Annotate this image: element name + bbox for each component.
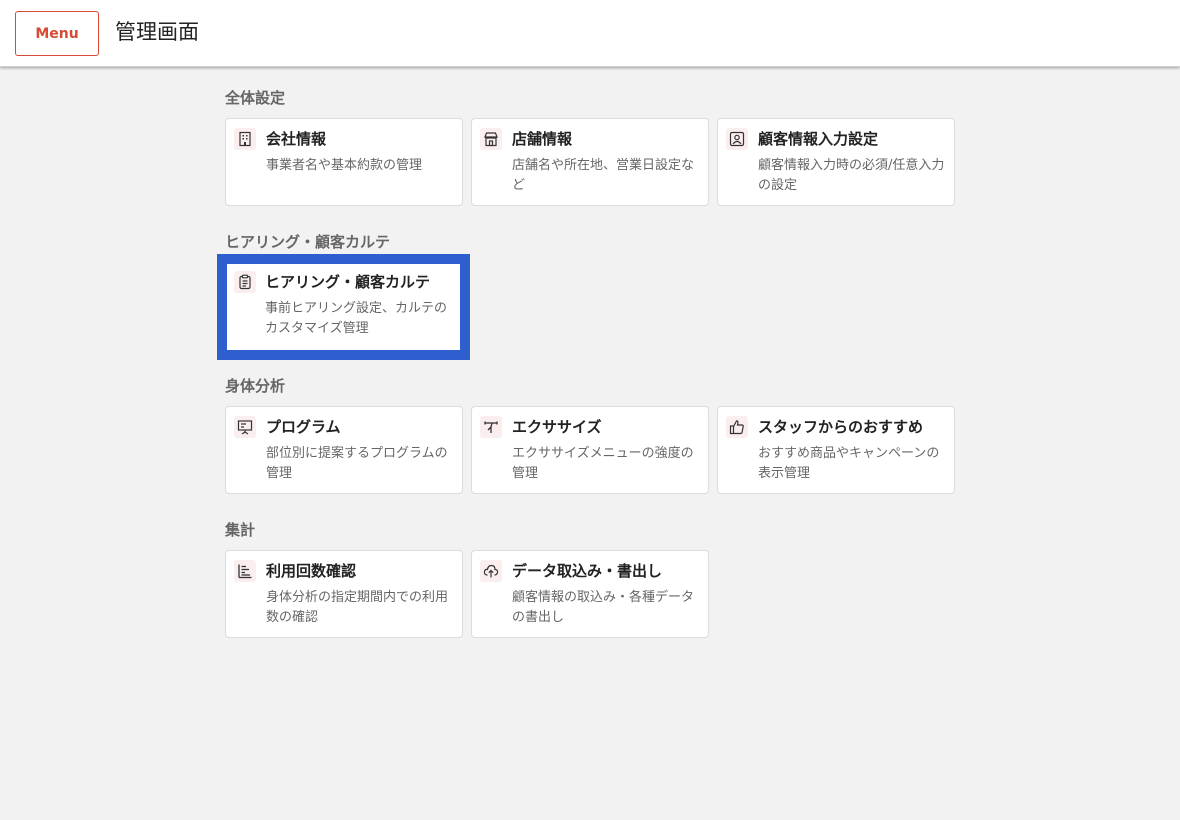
section-title-body-analysis: 身体分析 — [225, 377, 286, 395]
card-description: 部位別に提案するプログラムの管理 — [266, 446, 448, 481]
contact-card-icon — [726, 128, 748, 150]
card-store-info[interactable]: 店舗情報 店舗名や所在地、営業日設定など — [471, 118, 709, 206]
card-description: 顧客情報の取込み・各種データの書出し — [512, 590, 695, 625]
thumbs-up-icon — [726, 416, 748, 438]
card-title: プログラム — [266, 418, 341, 436]
card-program[interactable]: プログラム 部位別に提案するプログラムの管理 — [225, 406, 463, 494]
card-staff-recommendations[interactable]: スタッフからのおすすめ おすすめ商品やキャンペーンの表示管理 — [717, 406, 955, 494]
card-description: エクササイズメニューの強度の管理 — [512, 446, 694, 481]
card-description: 事業者名や基本約款の管理 — [266, 158, 423, 173]
card-company-info[interactable]: 会社情報 事業者名や基本約款の管理 — [225, 118, 463, 206]
card-title: エクササイズ — [512, 418, 602, 436]
exercise-icon — [480, 416, 502, 438]
section-title-general-settings: 全体設定 — [225, 89, 286, 107]
menu-button[interactable]: Menu — [15, 11, 99, 56]
card-title: スタッフからのおすすめ — [758, 418, 924, 436]
top-header: Menu 管理画面 — [0, 0, 1180, 67]
card-description: 店舗名や所在地、営業日設定など — [512, 158, 695, 193]
card-description: おすすめ商品やキャンペーンの表示管理 — [758, 446, 940, 481]
card-description: 顧客情報入力時の必須/任意入力の設定 — [758, 158, 945, 193]
card-data-import-export[interactable]: データ取込み・書出し 顧客情報の取込み・各種データの書出し — [471, 550, 709, 638]
card-description: 事前ヒアリング設定、カルテのカスタマイズ管理 — [265, 301, 448, 336]
card-usage-count[interactable]: 利用回数確認 身体分析の指定期間内での利用数の確認 — [225, 550, 463, 638]
card-title: 利用回数確認 — [266, 562, 357, 580]
card-title: データ取込み・書出し — [512, 562, 663, 580]
card-title: 顧客情報入力設定 — [758, 130, 879, 148]
card-description: 身体分析の指定期間内での利用数の確認 — [266, 590, 449, 625]
store-icon — [480, 128, 502, 150]
building-icon — [234, 128, 256, 150]
card-title: 店舗情報 — [512, 130, 573, 148]
bar-list-icon — [234, 560, 256, 582]
card-customer-input-settings[interactable]: 顧客情報入力設定 顧客情報入力時の必須/任意入力の設定 — [717, 118, 955, 206]
section-title-totals: 集計 — [225, 521, 256, 539]
card-title: ヒアリング・顧客カルテ — [265, 273, 431, 291]
page-title: 管理画面 — [115, 20, 199, 44]
card-exercise[interactable]: エクササイズ エクササイズメニューの強度の管理 — [471, 406, 709, 494]
card-title: 会社情報 — [266, 130, 327, 148]
clipboard-icon — [234, 271, 256, 293]
cloud-upload-icon — [480, 560, 502, 582]
section-title-hearing-karte: ヒアリング・顧客カルテ — [225, 233, 391, 251]
card-hearing-karte[interactable]: ヒアリング・顧客カルテ 事前ヒアリング設定、カルテのカスタマイズ管理 — [217, 254, 470, 360]
presentation-icon — [234, 416, 256, 438]
